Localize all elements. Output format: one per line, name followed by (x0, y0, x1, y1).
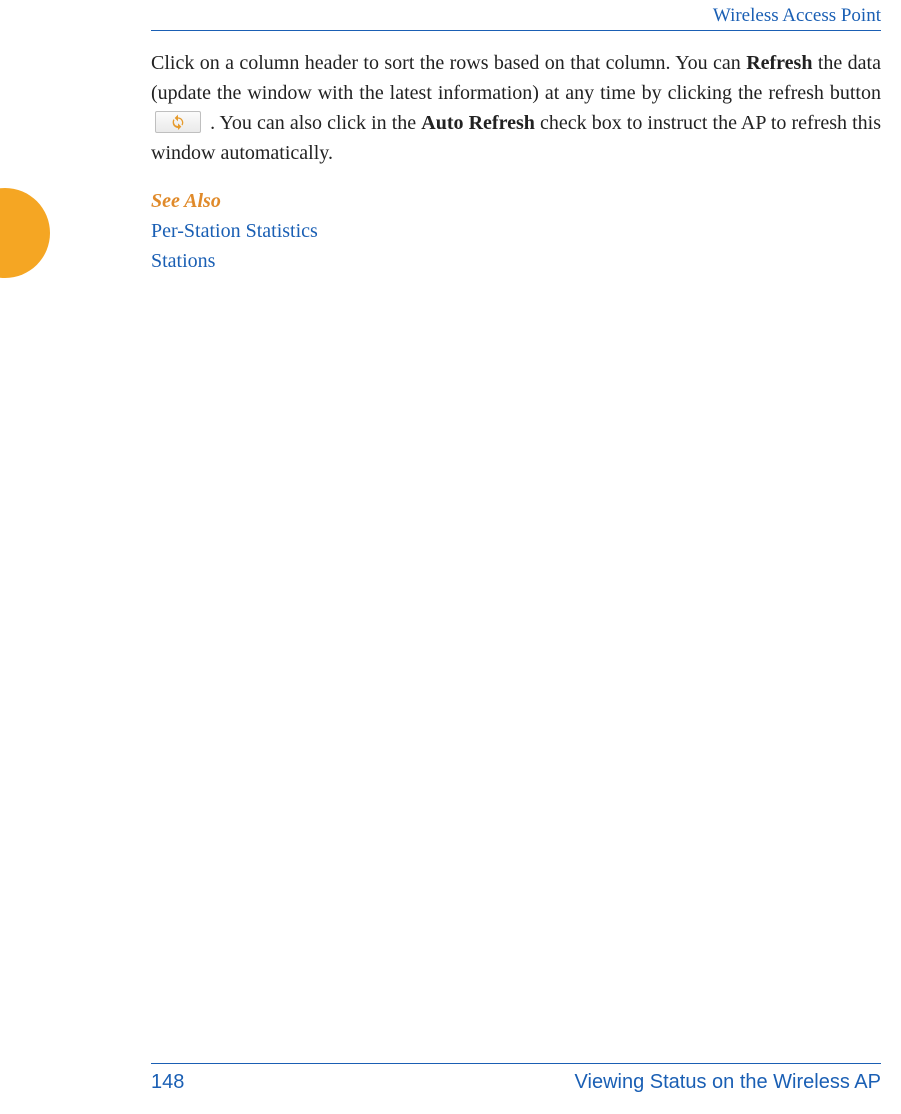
refresh-button[interactable] (155, 111, 201, 133)
body-paragraph: Click on a column header to sort the row… (151, 48, 881, 168)
link-stations[interactable]: Stations (151, 246, 318, 276)
link-per-station-statistics[interactable]: Per-Station Statistics (151, 216, 318, 246)
bold-refresh: Refresh (746, 52, 812, 74)
running-head: Wireless Access Point (713, 5, 881, 27)
page-root: Wireless Access Point Click on a column … (0, 0, 901, 1114)
header-rule (151, 30, 881, 31)
side-tab-decoration (0, 188, 50, 278)
text-segment: . You can also click in the (205, 112, 421, 134)
page-number: 148 (151, 1071, 184, 1094)
bold-auto-refresh: Auto Refresh (421, 112, 535, 134)
refresh-icon (170, 114, 186, 130)
text-segment: Click on a column header to sort the row… (151, 52, 746, 74)
footer-rule (151, 1063, 881, 1064)
see-also-heading: See Also (151, 186, 318, 216)
footer-section-title: Viewing Status on the Wireless AP (575, 1071, 881, 1094)
see-also-block: See Also Per-Station Statistics Stations (151, 186, 318, 276)
